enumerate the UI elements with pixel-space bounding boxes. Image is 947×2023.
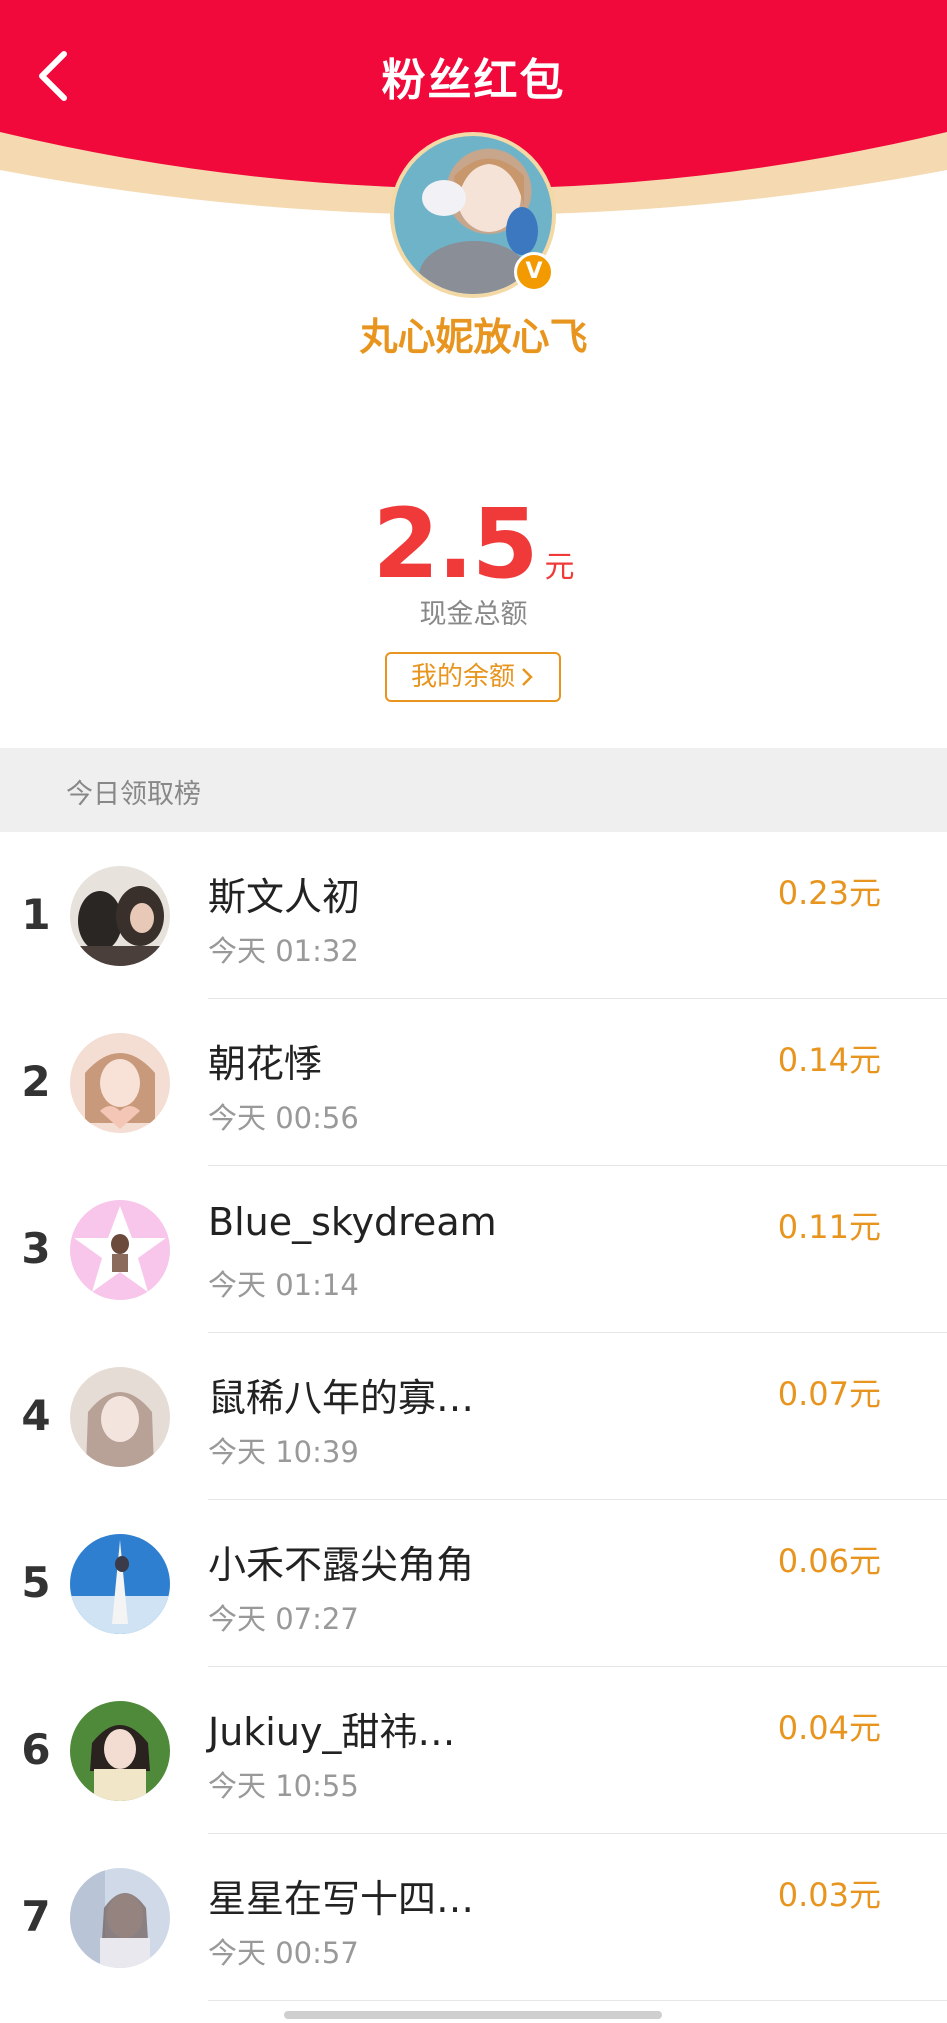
claim-time: 今天 00:57 <box>208 1936 359 1970</box>
row-divider <box>208 2000 947 2001</box>
ranking-header: 今日领取榜 <box>0 748 947 832</box>
ranking-row[interactable]: 7 星星在写十四… 今天 00:57 0.03元 <box>0 1834 947 2001</box>
host-name: 丸心妮放心飞 <box>359 315 588 359</box>
user-avatar[interactable] <box>70 1367 170 1467</box>
my-balance-label: 我的余额 <box>410 662 515 692</box>
user-avatar[interactable] <box>70 866 170 966</box>
my-balance-button[interactable]: 我的余额 <box>385 652 561 702</box>
claim-time: 今天 10:55 <box>208 1769 359 1803</box>
total-amount: 2.5 元 <box>0 488 947 600</box>
rank-number: 6 <box>21 1725 51 1774</box>
user-avatar[interactable] <box>70 1534 170 1634</box>
user-name: 鼠稀八年的寡… <box>208 1376 475 1420</box>
host-avatar[interactable]: V <box>390 132 556 298</box>
home-indicator[interactable] <box>284 2011 662 2019</box>
ranking-title: 今日领取榜 <box>66 779 201 810</box>
user-name: 朝花悸 <box>208 1042 323 1086</box>
claim-amount: 0.07元 <box>777 1375 881 1413</box>
claim-time: 今天 07:27 <box>208 1602 359 1636</box>
user-avatar[interactable] <box>70 1200 170 1300</box>
claim-amount: 0.04元 <box>777 1709 881 1747</box>
user-name: 斯文人初 <box>208 875 361 919</box>
ranking-row[interactable]: 4 鼠稀八年的寡… 今天 10:39 0.07元 <box>0 1333 947 1500</box>
claim-time: 今天 01:32 <box>208 934 359 968</box>
claim-amount: 0.03元 <box>777 1876 881 1914</box>
amount-value: 2.5 <box>372 488 538 600</box>
claim-amount: 0.11元 <box>777 1208 881 1246</box>
claim-time: 今天 00:56 <box>208 1101 359 1135</box>
ranking-row[interactable]: 6 Jukiuy_甜祎… 今天 10:55 0.04元 <box>0 1667 947 1834</box>
claim-time: 今天 01:14 <box>208 1268 359 1302</box>
amount-unit: 元 <box>544 550 575 585</box>
rank-number: 4 <box>21 1391 51 1440</box>
claim-amount: 0.23元 <box>777 874 881 912</box>
user-name: 小禾不露尖角角 <box>208 1543 475 1587</box>
rank-number: 5 <box>21 1558 51 1607</box>
user-avatar[interactable] <box>70 1868 170 1968</box>
user-name: 星星在写十四… <box>208 1877 475 1921</box>
claim-amount: 0.14元 <box>777 1041 881 1079</box>
rank-number: 3 <box>21 1224 51 1273</box>
ranking-row[interactable]: 1 斯文人初 今天 01:32 0.23元 <box>0 832 947 999</box>
ranking-row[interactable]: 5 小禾不露尖角角 今天 07:27 0.06元 <box>0 1500 947 1667</box>
chevron-right-icon <box>522 668 533 686</box>
user-avatar[interactable] <box>70 1033 170 1133</box>
user-avatar[interactable] <box>70 1701 170 1801</box>
ranking-row[interactable]: 2 朝花悸 今天 00:56 0.14元 <box>0 999 947 1166</box>
rank-number: 1 <box>21 890 51 939</box>
claim-time: 今天 10:39 <box>208 1435 359 1469</box>
claim-amount: 0.06元 <box>777 1542 881 1580</box>
ranking-list: 1 斯文人初 今天 01:32 0.23元 2 朝花悸 今天 00:56 0.1… <box>0 832 947 2001</box>
page-title: 粉丝红包 <box>381 55 566 106</box>
rank-number: 7 <box>21 1892 51 1941</box>
user-name: Jukiuy_甜祎… <box>208 1710 456 1754</box>
user-name: Blue_skydream <box>208 1200 497 1244</box>
amount-label: 现金总额 <box>419 599 528 630</box>
ranking-row[interactable]: 3 Blue_skydream 今天 01:14 0.11元 <box>0 1166 947 1333</box>
rank-number: 2 <box>21 1057 51 1106</box>
verified-badge: V <box>514 252 554 292</box>
